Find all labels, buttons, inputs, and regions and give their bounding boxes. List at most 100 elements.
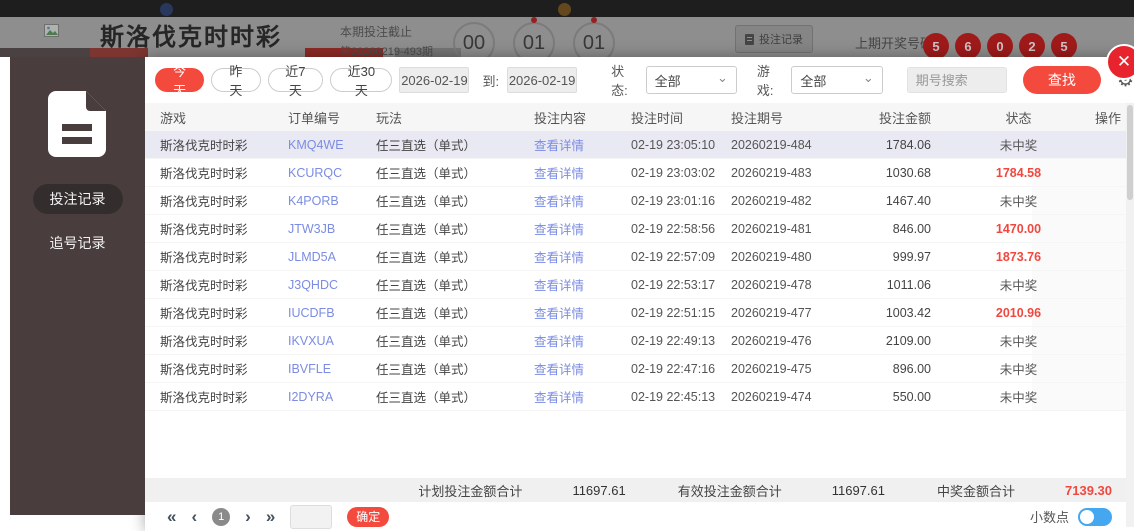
cell-play-type: 任三直选（单式） xyxy=(376,279,477,293)
chevron-down-icon: ⌄ xyxy=(717,70,728,85)
table-row: 斯洛伐克时时彩 K4PORB 任三直选（单式） 查看详情 02-19 23:01… xyxy=(145,187,1134,215)
order-id-link[interactable]: IKVXUA xyxy=(288,334,334,348)
browser-icon xyxy=(558,3,571,16)
cell-bet-period: 20260219-480 xyxy=(731,249,812,264)
dimmed-page-fragment xyxy=(90,48,148,57)
bet-record-button[interactable]: 投注记录 xyxy=(735,25,813,53)
view-details-link[interactable]: 查看详情 xyxy=(534,363,584,377)
bottom-bar: « ‹ 1 › » 确定 小数点 xyxy=(145,502,1134,531)
browser-topbar xyxy=(0,0,1134,17)
page-header: 斯洛伐克时时彩 本期投注截止 第20260219-493期 00 01 01 投… xyxy=(0,17,1134,64)
pagination: « ‹ 1 › » 确定 xyxy=(167,504,390,529)
last-page-button[interactable]: » xyxy=(266,508,275,525)
column-header-order-id: 订单编号 xyxy=(288,110,341,126)
sidebar-item-bet-records[interactable]: 投注记录 xyxy=(32,184,123,214)
cell-play-type: 任三直选（单式） xyxy=(376,363,477,377)
range-yesterday-button[interactable]: 昨天 xyxy=(211,64,261,98)
cell-play-type: 任三直选（单式） xyxy=(376,223,477,237)
cell-bet-time: 02-19 22:58:56 xyxy=(631,221,716,236)
cell-play-type: 任三直选（单式） xyxy=(376,251,477,265)
cell-bet-time: 02-19 22:47:16 xyxy=(631,361,716,376)
cell-bet-amount: 1030.68 xyxy=(885,165,931,180)
game-select-value: 全部 xyxy=(800,73,827,89)
cell-game: 斯洛伐克时时彩 xyxy=(160,363,248,377)
draw-ball: 0 xyxy=(987,33,1013,59)
cell-bet-period: 20260219-482 xyxy=(731,193,812,208)
status-value: 未中奖 xyxy=(999,335,1038,349)
view-details-link[interactable]: 查看详情 xyxy=(534,167,584,181)
status-value: 未中奖 xyxy=(999,279,1038,293)
first-page-button[interactable]: « xyxy=(167,508,176,525)
decimal-toggle[interactable] xyxy=(1078,507,1112,526)
cell-bet-amount: 1003.42 xyxy=(885,305,931,320)
table-row: 斯洛伐克时时彩 KMQ4WE 任三直选（单式） 查看详情 02-19 23:05… xyxy=(145,131,1134,159)
scrollbar-thumb[interactable] xyxy=(1127,105,1133,200)
decimal-setting: 小数点 xyxy=(1030,507,1112,526)
period-search-input[interactable] xyxy=(906,67,1007,93)
table-row: 斯洛伐克时时彩 IKVXUA 任三直选（单式） 查看详情 02-19 22:49… xyxy=(145,327,1134,355)
scrollbar[interactable] xyxy=(1126,103,1134,527)
column-header-amount: 投注金额 xyxy=(878,110,931,126)
bet-records-modal: 今天 昨天 近7天 近30天 2026-02-19 到: 2026-02-19 … xyxy=(145,57,1134,531)
range-today-button[interactable]: 今天 xyxy=(155,64,205,98)
last-draw-numbers: 5 6 0 2 5 xyxy=(923,33,1077,59)
view-details-link[interactable]: 查看详情 xyxy=(534,139,584,153)
cell-bet-period: 20260219-474 xyxy=(731,389,812,404)
date-from-input[interactable]: 2026-02-19 xyxy=(399,67,470,93)
to-label: 到: xyxy=(482,73,500,89)
cell-game: 斯洛伐克时时彩 xyxy=(160,223,248,237)
order-id-link[interactable]: I2DYRA xyxy=(288,390,333,404)
browser-icon xyxy=(160,3,173,16)
cell-game: 斯洛伐克时时彩 xyxy=(160,139,248,153)
column-header-time: 投注时间 xyxy=(631,110,684,126)
view-details-link[interactable]: 查看详情 xyxy=(534,307,584,321)
cell-bet-period: 20260219-475 xyxy=(731,361,812,376)
table-row: 斯洛伐克时时彩 JLMD5A 任三直选（单式） 查看详情 02-19 22:57… xyxy=(145,243,1134,271)
cell-bet-period: 20260219-476 xyxy=(731,333,812,348)
status-value: 1784.58 xyxy=(995,165,1042,180)
modal-close-button[interactable]: ✕ xyxy=(1106,44,1134,80)
order-id-link[interactable]: JLMD5A xyxy=(288,250,336,264)
status-value: 未中奖 xyxy=(999,195,1038,209)
order-id-link[interactable]: J3QHDC xyxy=(288,278,338,292)
order-id-link[interactable]: KMQ4WE xyxy=(288,138,344,152)
sidebar-item-chase-records[interactable]: 追号记录 xyxy=(33,228,123,258)
status-value: 1470.00 xyxy=(995,221,1042,236)
page-jump-input[interactable] xyxy=(290,504,333,529)
cell-play-type: 任三直选（单式） xyxy=(376,167,477,181)
cell-bet-amount: 846.00 xyxy=(892,221,931,236)
status-select[interactable]: 全部 ⌄ xyxy=(645,66,737,94)
date-to-input[interactable]: 2026-02-19 xyxy=(507,67,578,93)
next-page-button[interactable]: › xyxy=(245,508,251,525)
view-details-link[interactable]: 查看详情 xyxy=(534,279,584,293)
cell-play-type: 任三直选（单式） xyxy=(376,391,477,405)
view-details-link[interactable]: 查看详情 xyxy=(534,391,584,405)
page-confirm-button[interactable]: 确定 xyxy=(347,506,390,527)
cell-bet-amount: 1467.40 xyxy=(885,193,931,208)
order-id-link[interactable]: K4PORB xyxy=(288,194,339,208)
cell-bet-amount: 2109.00 xyxy=(885,333,931,348)
valid-total-value: 11697.61 xyxy=(831,482,885,498)
current-page-button[interactable]: 1 xyxy=(212,507,231,526)
order-id-link[interactable]: JTW3JB xyxy=(288,222,335,236)
view-details-link[interactable]: 查看详情 xyxy=(534,195,584,209)
game-select[interactable]: 全部 ⌄ xyxy=(791,66,883,94)
order-id-link[interactable]: KCURQC xyxy=(288,166,342,180)
status-value: 2010.96 xyxy=(995,305,1042,320)
broken-image-icon xyxy=(44,24,59,37)
cell-bet-period: 20260219-484 xyxy=(731,137,812,152)
range-7days-button[interactable]: 近7天 xyxy=(267,64,324,98)
toggle-knob xyxy=(1080,509,1094,524)
order-id-link[interactable]: IUCDFB xyxy=(288,306,335,320)
order-id-link[interactable]: IBVFLE xyxy=(288,362,331,376)
view-details-link[interactable]: 查看详情 xyxy=(534,251,584,265)
view-details-link[interactable]: 查看详情 xyxy=(534,335,584,349)
prev-page-button[interactable]: ‹ xyxy=(191,508,197,525)
valid-total-label: 有效投注金额合计 xyxy=(677,483,782,499)
range-30days-button[interactable]: 近30天 xyxy=(330,64,393,98)
cell-bet-period: 20260219-481 xyxy=(731,221,812,236)
search-button[interactable]: 查找 xyxy=(1022,66,1101,94)
cell-bet-time: 02-19 22:57:09 xyxy=(631,249,716,264)
view-details-link[interactable]: 查看详情 xyxy=(534,223,584,237)
draw-ball: 2 xyxy=(1019,33,1045,59)
